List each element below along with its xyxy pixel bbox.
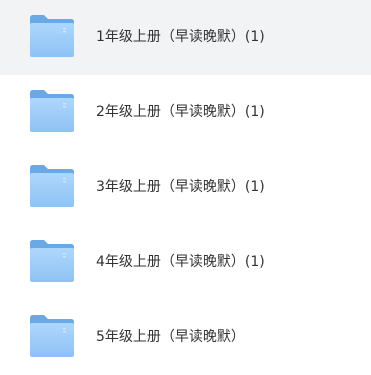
folder-item[interactable]: 5年级上册（早读晚默） bbox=[0, 300, 371, 375]
folder-name: 3年级上册（早读晚默）(1) bbox=[96, 179, 265, 195]
folder-name: 4年级上册（早读晚默）(1) bbox=[96, 254, 265, 270]
folder-icon bbox=[29, 314, 75, 358]
folder-item[interactable]: 4年级上册（早读晚默）(1) bbox=[0, 225, 371, 300]
folder-name: 1年级上册（早读晚默）(1) bbox=[96, 29, 265, 45]
folder-name: 2年级上册（早读晚默）(1) bbox=[96, 104, 265, 120]
folder-icon bbox=[29, 239, 75, 283]
folder-item[interactable]: 3年级上册（早读晚默）(1) bbox=[0, 150, 371, 225]
folder-icon bbox=[29, 89, 75, 133]
folder-icon bbox=[29, 14, 75, 58]
folder-icon bbox=[29, 164, 75, 208]
folder-item[interactable]: 2年级上册（早读晚默）(1) bbox=[0, 75, 371, 150]
folder-list: 1年级上册（早读晚默）(1) 2年级上册（早读晚默）(1) 3年级上册（早读晚默… bbox=[0, 0, 371, 367]
folder-item[interactable]: 1年级上册（早读晚默）(1) bbox=[0, 0, 371, 75]
folder-name: 5年级上册（早读晚默） bbox=[96, 329, 245, 345]
